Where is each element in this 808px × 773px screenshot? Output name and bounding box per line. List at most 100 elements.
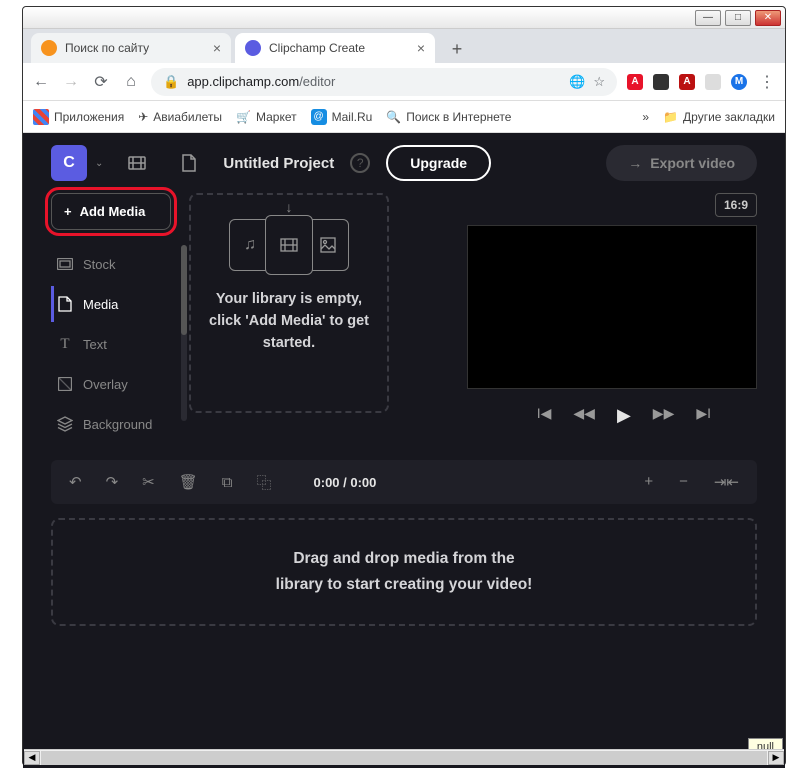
sidebar-label: Background xyxy=(83,417,152,432)
more-bookmarks[interactable]: » xyxy=(642,110,649,124)
overlay-icon xyxy=(57,376,73,392)
add-media-button[interactable]: + Add Media xyxy=(51,193,171,230)
file-icon[interactable] xyxy=(171,145,207,181)
minimize-button[interactable]: — xyxy=(695,10,721,26)
player-controls: I◀ ◀◀ ▶ ▶▶ ▶I xyxy=(537,405,711,426)
video-icon[interactable] xyxy=(119,145,155,181)
sidebar: + Add Media Stock Media TText Overlay Ba… xyxy=(51,193,171,442)
sidebar-label: Media xyxy=(83,297,118,312)
horizontal-scrollbar[interactable]: ◀ ▶ xyxy=(24,749,784,765)
video-preview[interactable] xyxy=(467,225,757,389)
star-icon[interactable]: ☆ xyxy=(593,74,605,90)
cart-icon: 🛒 xyxy=(236,110,251,124)
forward-button[interactable]: ▶▶ xyxy=(653,405,675,426)
plane-icon: ✈ xyxy=(138,110,148,124)
play-button[interactable]: ▶ xyxy=(617,405,631,426)
bookmark-label: Поиск в Интернете xyxy=(406,110,511,124)
chevron-down-icon[interactable]: ⌄ xyxy=(95,158,103,169)
sidebar-label: Overlay xyxy=(83,377,128,392)
time-display: 0:00 / 0:00 xyxy=(314,475,377,490)
timeline-text: Drag and drop media from the xyxy=(293,546,514,572)
apps-icon xyxy=(33,109,49,125)
skip-end-button[interactable]: ▶I xyxy=(696,405,711,426)
tab-clipchamp[interactable]: Clipchamp Create × xyxy=(235,33,435,63)
maximize-button[interactable]: □ xyxy=(725,10,751,26)
zoom-in-button[interactable]: + xyxy=(644,473,653,491)
paste-button[interactable]: ⿻ xyxy=(257,472,272,493)
tab-title: Clipchamp Create xyxy=(269,41,365,55)
rewind-button[interactable]: ◀◀ xyxy=(573,405,595,426)
library-panel[interactable]: ↓ ♫ Your library is empty, click 'Add Me… xyxy=(189,193,389,413)
home-button[interactable]: ⌂ xyxy=(121,73,141,91)
timeline-dropzone[interactable]: Drag and drop media from the library to … xyxy=(51,518,757,626)
download-icon: ↓ xyxy=(286,199,293,215)
image-icon xyxy=(307,219,349,271)
undo-button[interactable]: ↶ xyxy=(69,473,82,491)
help-button[interactable]: ? xyxy=(350,153,370,173)
sidebar-item-overlay[interactable]: Overlay xyxy=(51,366,171,402)
add-media-label: Add Media xyxy=(80,204,146,219)
address-bar: ← → ⟳ ⌂ 🔒 app.clipchamp.com/editor 🌐 ☆ A… xyxy=(23,63,785,101)
sidebar-item-text[interactable]: TText xyxy=(51,326,171,362)
mailru-bookmark[interactable]: @Mail.Ru xyxy=(311,109,373,125)
translate-icon[interactable]: 🌐 xyxy=(569,74,585,90)
pdf-extension-icon[interactable]: A xyxy=(679,74,695,90)
arrow-right-icon: → xyxy=(628,155,642,171)
aspect-ratio-button[interactable]: 16:9 xyxy=(715,193,757,217)
bookmark-label: Маркет xyxy=(256,110,297,124)
sidebar-item-media[interactable]: Media xyxy=(51,286,171,322)
extension-icon[interactable] xyxy=(653,74,669,90)
reload-button[interactable]: ⟳ xyxy=(91,72,111,92)
other-bookmarks[interactable]: 📁Другие закладки xyxy=(663,110,775,124)
library-illustration: ↓ ♫ xyxy=(229,215,349,275)
cut-button[interactable]: ✂ xyxy=(142,473,155,491)
sidebar-item-background[interactable]: Background xyxy=(51,406,171,442)
folder-icon: 📁 xyxy=(663,110,678,124)
redo-button[interactable]: ↷ xyxy=(106,473,119,491)
fit-button[interactable]: ⇥⇤ xyxy=(714,473,739,491)
tab-close-icon[interactable]: × xyxy=(417,40,425,56)
forward-button[interactable]: → xyxy=(61,73,81,91)
scroll-right-button[interactable]: ▶ xyxy=(768,751,784,765)
market-bookmark[interactable]: 🛒 Маркет xyxy=(236,110,297,124)
extension-icon[interactable] xyxy=(705,74,721,90)
stock-icon xyxy=(57,256,73,272)
bookmark-label: Приложения xyxy=(54,110,124,124)
sidebar-item-stock[interactable]: Stock xyxy=(51,246,171,282)
url-domain: app.clipchamp.com xyxy=(187,74,299,89)
search-bookmark[interactable]: 🔍Поиск в Интернете xyxy=(386,110,511,124)
upgrade-button[interactable]: Upgrade xyxy=(386,145,491,181)
avia-bookmark[interactable]: ✈ Авиабилеты xyxy=(138,110,222,124)
skip-start-button[interactable]: I◀ xyxy=(537,405,552,426)
abp-extension-icon[interactable]: A xyxy=(627,74,643,90)
sidebar-scrollbar[interactable] xyxy=(181,245,187,421)
scrollbar-thumb[interactable] xyxy=(41,751,767,765)
bookmarks-bar: Приложения ✈Авиабилеты 🛒Маркет @Mail.Ru … xyxy=(23,101,785,133)
video-icon xyxy=(265,215,313,275)
delete-button[interactable]: 🗑 xyxy=(179,473,198,491)
media-icon xyxy=(57,296,73,312)
tab-title: Поиск по сайту xyxy=(65,41,149,55)
project-title[interactable]: Untitled Project xyxy=(223,155,334,172)
back-button[interactable]: ← xyxy=(31,73,51,91)
zoom-out-button[interactable]: − xyxy=(679,473,688,491)
copy-button[interactable]: ⧉ xyxy=(222,474,233,491)
url-path: /editor xyxy=(299,74,335,89)
scrollbar-thumb[interactable] xyxy=(181,245,187,335)
apps-bookmark[interactable]: Приложения xyxy=(33,109,124,125)
scroll-left-button[interactable]: ◀ xyxy=(24,751,40,765)
export-button[interactable]: →Export video xyxy=(606,145,757,181)
logo-button[interactable]: C xyxy=(51,145,87,181)
bookmark-label: Авиабилеты xyxy=(153,110,222,124)
plus-icon: + xyxy=(64,204,72,219)
sidebar-label: Text xyxy=(83,337,107,352)
url-input[interactable]: 🔒 app.clipchamp.com/editor 🌐 ☆ xyxy=(151,68,617,96)
menu-button[interactable]: ⋮ xyxy=(757,72,777,92)
new-tab-button[interactable]: + xyxy=(443,35,471,63)
tab-search[interactable]: Поиск по сайту × xyxy=(31,33,231,63)
mailru-icon: @ xyxy=(311,109,327,125)
browser-tabs: Поиск по сайту × Clipchamp Create × + xyxy=(23,29,785,63)
close-button[interactable]: ✕ xyxy=(755,10,781,26)
profile-icon[interactable]: M xyxy=(731,74,747,90)
tab-close-icon[interactable]: × xyxy=(213,40,221,56)
